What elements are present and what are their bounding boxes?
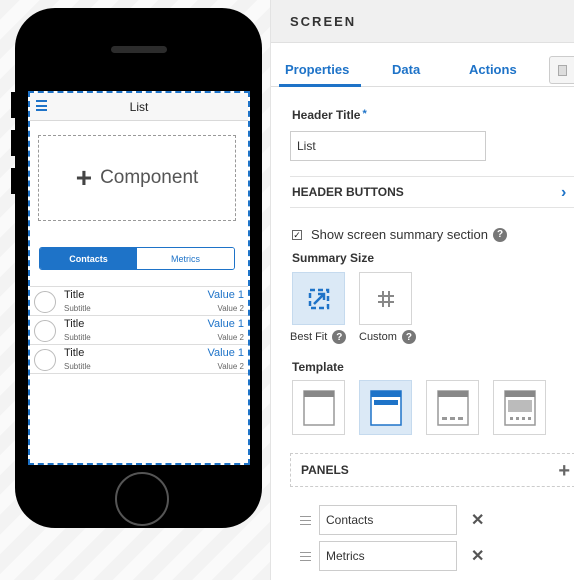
tab-data[interactable]: Data (392, 62, 420, 77)
remove-x-icon[interactable]: ✕ (471, 510, 484, 530)
row-value-2: Value 2 (217, 333, 244, 342)
avatar (34, 320, 56, 342)
phone-speaker (111, 46, 167, 53)
segmented-control: Contacts Metrics (39, 247, 235, 270)
panel-name-input[interactable]: Metrics (319, 541, 457, 571)
active-tab-indicator (279, 84, 361, 87)
size-best-fit-caption: Best Fit? (290, 330, 347, 344)
tab-bar: Properties Data Actions (271, 43, 574, 87)
row-value-2: Value 2 (217, 304, 244, 313)
panel-item: Contacts ✕ (300, 504, 484, 536)
row-subtitle: Subtitle (64, 304, 91, 313)
template-header-only-icon (302, 389, 335, 426)
header-title-input[interactable]: List (290, 131, 486, 161)
template-option-1[interactable] (292, 380, 345, 435)
row-subtitle: Subtitle (64, 362, 91, 371)
size-custom-button[interactable] (359, 272, 412, 325)
segment-metrics[interactable]: Metrics (137, 248, 234, 269)
required-asterisk: * (362, 108, 367, 120)
chevron-right-icon[interactable]: › (561, 184, 571, 201)
drag-handle-icon[interactable] (300, 515, 311, 525)
row-value-1: Value 1 (207, 347, 245, 359)
component-label: Component (100, 167, 199, 188)
properties-panel: SCREEN Properties Data Actions Header Ti… (270, 0, 574, 580)
summary-checkbox-label: Show screen summary section (311, 227, 489, 242)
phone-side-button (11, 92, 15, 118)
design-canvas: List + Component Contacts Metrics Title … (0, 0, 270, 580)
list-item[interactable]: Title Subtitle Value 1 Value 2 (30, 316, 248, 345)
hash-icon (377, 290, 394, 307)
list-item[interactable]: Title Subtitle Value 1 Value 2 (30, 345, 248, 374)
phone-side-button (11, 130, 15, 156)
phone-screen[interactable]: List + Component Contacts Metrics Title … (28, 91, 250, 465)
row-value-2: Value 2 (217, 362, 244, 371)
phone-home-button (115, 472, 169, 526)
row-value-1: Value 1 (207, 318, 245, 330)
avatar (34, 291, 56, 313)
help-icon[interactable]: ? (493, 227, 508, 242)
template-option-4[interactable] (493, 380, 546, 435)
panel-header: SCREEN (271, 0, 574, 43)
best-fit-icon (308, 288, 329, 309)
tab-actions[interactable]: Actions (469, 62, 517, 77)
component-placeholder[interactable]: + Component (38, 135, 236, 221)
template-header-body-footer-icon (503, 389, 536, 426)
template-label: Template (292, 360, 344, 374)
screen-header: List (30, 93, 248, 121)
template-option-3[interactable] (426, 380, 479, 435)
segment-contacts[interactable]: Contacts (40, 248, 137, 269)
list-item[interactable]: Title Subtitle Value 1 Value 2 (30, 287, 248, 316)
row-subtitle: Subtitle (64, 333, 91, 342)
header-buttons-label: HEADER BUTTONS (292, 185, 404, 199)
panel-name-input[interactable]: Contacts (319, 505, 457, 535)
help-icon[interactable]: ? (401, 330, 416, 344)
avatar (34, 349, 56, 371)
row-value-1: Value 1 (207, 289, 245, 301)
drag-handle-icon[interactable] (300, 551, 311, 561)
template-header-footer-icon (436, 389, 469, 426)
panel-item: Metrics ✕ (300, 540, 484, 572)
remove-x-icon[interactable]: ✕ (471, 546, 484, 566)
template-header-summary-icon (369, 389, 402, 426)
row-title: Title (64, 318, 85, 330)
row-title: Title (64, 347, 85, 359)
header-buttons-section[interactable]: HEADER BUTTONS › (290, 176, 574, 208)
phone-side-button (11, 168, 15, 194)
add-panel-plus-icon[interactable]: + (558, 460, 570, 483)
screen-title: List (129, 100, 149, 114)
tab-properties[interactable]: Properties (285, 62, 349, 77)
plus-icon: + (75, 162, 93, 193)
summary-checkbox[interactable]: ✓ (292, 229, 302, 240)
document-icon[interactable] (549, 56, 574, 84)
phone-frame: List + Component Contacts Metrics Title … (11, 8, 262, 528)
panels-section: PANELS + (290, 453, 574, 487)
summary-checkbox-row[interactable]: ✓ Show screen summary section ? (292, 227, 508, 242)
header-title-label: Header Title * (292, 108, 367, 122)
help-icon[interactable]: ? (332, 330, 347, 344)
row-title: Title (64, 289, 85, 301)
panels-label: PANELS (301, 463, 349, 477)
template-option-2[interactable] (359, 380, 412, 435)
summary-size-label: Summary Size (292, 251, 375, 265)
contact-list: Title Subtitle Value 1 Value 2 Title Sub… (30, 286, 248, 374)
size-best-fit-button[interactable] (292, 272, 345, 325)
size-custom-caption: Custom? (359, 330, 416, 344)
